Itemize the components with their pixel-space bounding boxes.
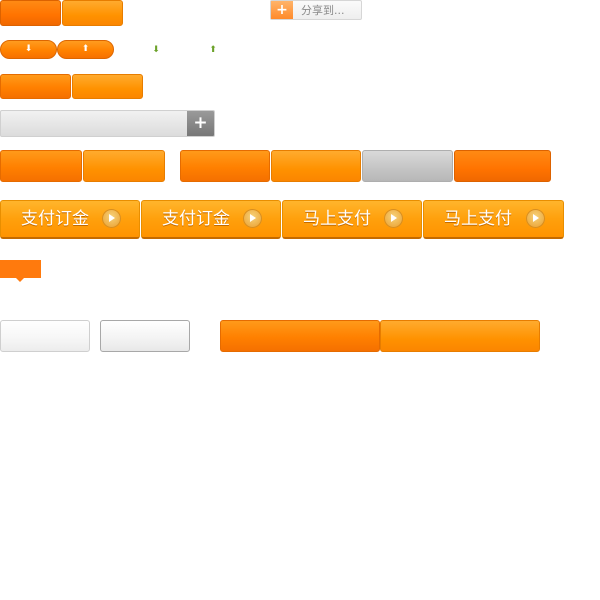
plus-icon: +	[271, 1, 293, 19]
orange-button-1[interactable]	[0, 0, 61, 26]
orange-button-e[interactable]	[454, 150, 551, 182]
pay-button-label: 支付订金	[21, 209, 89, 229]
orange-button-2[interactable]	[62, 0, 123, 26]
green-arrow-down-icon[interactable]: ⬇	[150, 45, 162, 55]
share-label: 分享到...	[301, 4, 345, 17]
orange-flat-button-1[interactable]	[0, 74, 71, 99]
wide-orange-button-1[interactable]	[220, 320, 380, 352]
wide-orange-button-2[interactable]	[380, 320, 540, 352]
play-arrow-icon	[384, 209, 403, 228]
sort-up-button[interactable]: ⬆	[57, 40, 114, 59]
orange-flat-button-2[interactable]	[72, 74, 143, 99]
play-arrow-icon	[526, 209, 545, 228]
arrow-down-icon: ⬇	[24, 44, 33, 54]
arrow-up-icon: ⬆	[81, 44, 90, 54]
pay-button-label: 支付订金	[162, 209, 230, 229]
play-arrow-icon	[102, 209, 121, 228]
tag-pointer-icon	[15, 277, 25, 282]
play-arrow-icon	[243, 209, 262, 228]
green-arrow-up-icon[interactable]: ⬆	[207, 45, 219, 55]
pay-deposit-button-1[interactable]: 支付订金	[0, 200, 140, 239]
sort-down-button[interactable]: ⬇	[0, 40, 57, 59]
white-button-1[interactable]	[0, 320, 90, 352]
orange-button-b[interactable]	[83, 150, 165, 182]
orange-button-d[interactable]	[271, 150, 361, 182]
pay-now-button-1[interactable]: 马上支付	[282, 200, 422, 239]
orange-tag	[0, 260, 41, 278]
plus-icon[interactable]: +	[187, 111, 214, 136]
white-button-2[interactable]	[100, 320, 190, 352]
pay-button-label: 马上支付	[444, 209, 512, 229]
disabled-gray-button[interactable]	[362, 150, 453, 182]
pay-button-label: 马上支付	[303, 209, 371, 229]
orange-button-a[interactable]	[0, 150, 82, 182]
pay-now-button-2[interactable]: 马上支付	[423, 200, 564, 239]
share-button[interactable]: + 分享到...	[270, 0, 362, 20]
orange-button-c[interactable]	[180, 150, 270, 182]
pay-deposit-button-2[interactable]: 支付订金	[141, 200, 281, 239]
add-input-field[interactable]: +	[0, 110, 215, 137]
